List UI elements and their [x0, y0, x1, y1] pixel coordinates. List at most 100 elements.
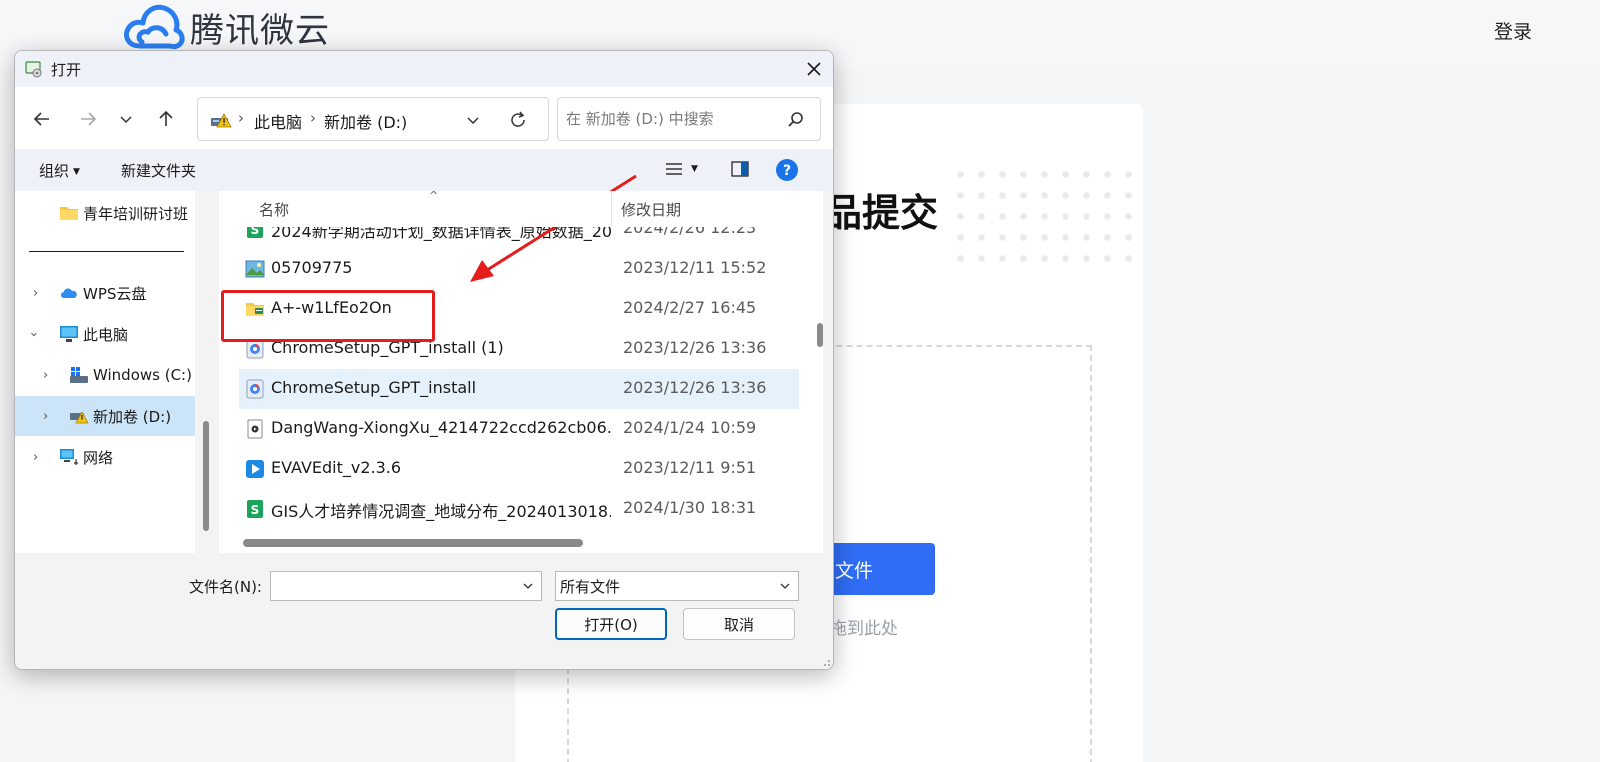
address-dropdown-button[interactable]	[462, 109, 484, 131]
address-bar[interactable]: › 此电脑 › 新加卷 (D:)	[197, 97, 549, 141]
recent-locations-button[interactable]	[113, 106, 139, 132]
filename-combobox[interactable]	[270, 571, 542, 601]
arrow-right-icon	[81, 112, 97, 126]
column-name-header[interactable]: 名称	[259, 199, 289, 220]
sort-ascending-icon: ^	[429, 191, 439, 202]
caret-down-icon: ▼	[73, 166, 80, 177]
spreadsheet-icon: S	[247, 500, 263, 518]
cloud-logo-icon	[124, 4, 185, 50]
file-type-select[interactable]: 所有文件	[555, 571, 799, 601]
help-icon: ?	[776, 159, 798, 181]
cloud-icon	[61, 288, 77, 298]
tree-item-wps-cloud[interactable]: › WPS云盘	[15, 273, 195, 313]
tree-divider	[29, 251, 184, 252]
help-button[interactable]: ?	[775, 158, 799, 182]
dialog-titlebar[interactable]: 打开	[15, 51, 833, 87]
filename-dropdown-button[interactable]	[519, 577, 537, 595]
drive-icon	[211, 113, 232, 128]
tree-item-label: 此电脑	[83, 325, 129, 344]
organize-button[interactable]: 组织 ▼	[39, 160, 80, 181]
nav-scrollbar-thumb[interactable]	[203, 421, 209, 531]
search-icon[interactable]	[786, 110, 806, 130]
chevron-down-icon[interactable]: ›	[26, 331, 41, 336]
up-button[interactable]	[153, 106, 179, 132]
search-input[interactable]	[566, 108, 776, 130]
chevron-right-icon[interactable]: ›	[43, 368, 48, 383]
tree-item-drive-d[interactable]: › 新加卷 (D:)	[15, 396, 195, 436]
dialog-app-icon	[25, 61, 42, 78]
tree-item-network[interactable]: › 网络	[15, 437, 195, 477]
file-date: 2023/12/26 13:36	[623, 338, 767, 357]
computer-icon	[60, 326, 78, 342]
tree-item-this-pc[interactable]: › 此电脑	[15, 314, 195, 354]
tree-item-label: 网络	[83, 448, 114, 467]
folder-icon	[60, 207, 78, 220]
preview-pane-icon	[731, 161, 749, 177]
navigation-pane: 青年培训研讨班 › WPS云盘 › 此电脑 › Windows (C:) › 新…	[15, 191, 195, 553]
chevron-right-icon[interactable]: ›	[33, 286, 38, 301]
dialog-title: 打开	[51, 61, 82, 79]
login-link[interactable]: 登录	[1494, 17, 1532, 44]
close-button[interactable]	[801, 56, 827, 82]
svg-text:?: ?	[783, 163, 791, 179]
file-date: 2024/2/27 16:45	[623, 298, 757, 317]
decorative-dot-grid	[950, 164, 1135, 264]
breadcrumb-drive-d[interactable]: 新加卷 (D:)	[324, 109, 407, 133]
arrow-up-icon	[159, 110, 173, 126]
svg-text:S: S	[251, 503, 260, 517]
app-icon	[246, 460, 264, 478]
tree-item-drive-c[interactable]: › Windows (C:)	[15, 355, 195, 395]
arrow-left-icon	[33, 112, 49, 126]
tree-item-label: WPS云盘	[83, 284, 147, 303]
filename-input[interactable]	[275, 576, 511, 596]
chevron-right-icon: ›	[310, 109, 316, 127]
forward-button[interactable]	[75, 106, 101, 132]
open-file-dialog: 打开 › 此电脑 › 新加卷 (D:) 在 新加卷 (D:) 中搜索 组织 ▼ …	[14, 50, 834, 670]
chevron-right-icon[interactable]: ›	[33, 450, 38, 465]
column-date-header[interactable]: 修改日期	[621, 199, 681, 220]
file-row[interactable]: EVAVEdit_v2.3.6 2023/12/11 9:51	[239, 449, 799, 489]
image-icon	[245, 260, 265, 278]
drive-icon	[70, 367, 88, 383]
file-date: 2024/1/30 18:31	[623, 498, 757, 517]
file-row[interactable]: S GIS人才培养情况调查_地域分布_2024013018... 2024/1/…	[239, 489, 799, 529]
close-icon	[807, 62, 821, 76]
logo-text: 腾讯微云	[190, 10, 330, 51]
video-icon	[247, 419, 263, 439]
navigation-bar: › 此电脑 › 新加卷 (D:)	[15, 87, 833, 149]
refresh-icon	[511, 111, 525, 127]
upload-button-label: 文件	[834, 559, 873, 582]
view-options-button[interactable]: ▼	[665, 161, 698, 177]
back-button[interactable]	[29, 106, 55, 132]
file-list-scrollbar-thumb[interactable]	[817, 323, 823, 347]
file-row[interactable]: ChromeSetup_GPT_install 2023/12/26 13:36	[239, 369, 799, 409]
site-logo[interactable]: 腾讯微云	[122, 0, 330, 54]
tree-item-label: 青年培训研讨班	[83, 204, 189, 223]
installer-icon	[246, 379, 264, 399]
file-date: 2023/12/11 9:51	[623, 458, 757, 477]
card-title: 品提交	[824, 191, 939, 235]
tree-item-label: Windows (C:)	[93, 366, 192, 384]
cancel-button[interactable]: 取消	[683, 608, 795, 640]
horizontal-scrollbar-thumb[interactable]	[243, 539, 583, 547]
refresh-button[interactable]	[506, 108, 530, 132]
tree-item-label: 新加卷 (D:)	[93, 407, 172, 426]
resize-grip-icon[interactable]	[821, 657, 831, 667]
file-name: ChromeSetup_GPT_install	[271, 378, 477, 397]
tree-item-training-folder[interactable]: 青年培训研讨班	[15, 193, 195, 233]
installer-icon	[246, 339, 264, 359]
chevron-down-icon	[467, 117, 479, 125]
search-box[interactable]	[557, 97, 821, 141]
breadcrumb-this-pc[interactable]: 此电脑	[254, 109, 302, 133]
column-header: ^ 名称 修改日期	[219, 191, 823, 227]
column-divider[interactable]	[611, 191, 612, 227]
file-row[interactable]: DangWang-XiongXu_4214722ccd262cb06... 20…	[239, 409, 799, 449]
chevron-right-icon[interactable]: ›	[43, 409, 48, 424]
open-button[interactable]: 打开(O)	[555, 608, 667, 640]
new-folder-button[interactable]: 新建文件夹	[121, 160, 196, 181]
file-name: GIS人才培养情况调查_地域分布_2024013018...	[271, 502, 611, 521]
chevron-down-icon	[523, 583, 533, 589]
preview-pane-button[interactable]	[731, 161, 749, 177]
drive-warning-icon	[70, 411, 89, 424]
file-type-dropdown-button[interactable]	[776, 577, 794, 595]
